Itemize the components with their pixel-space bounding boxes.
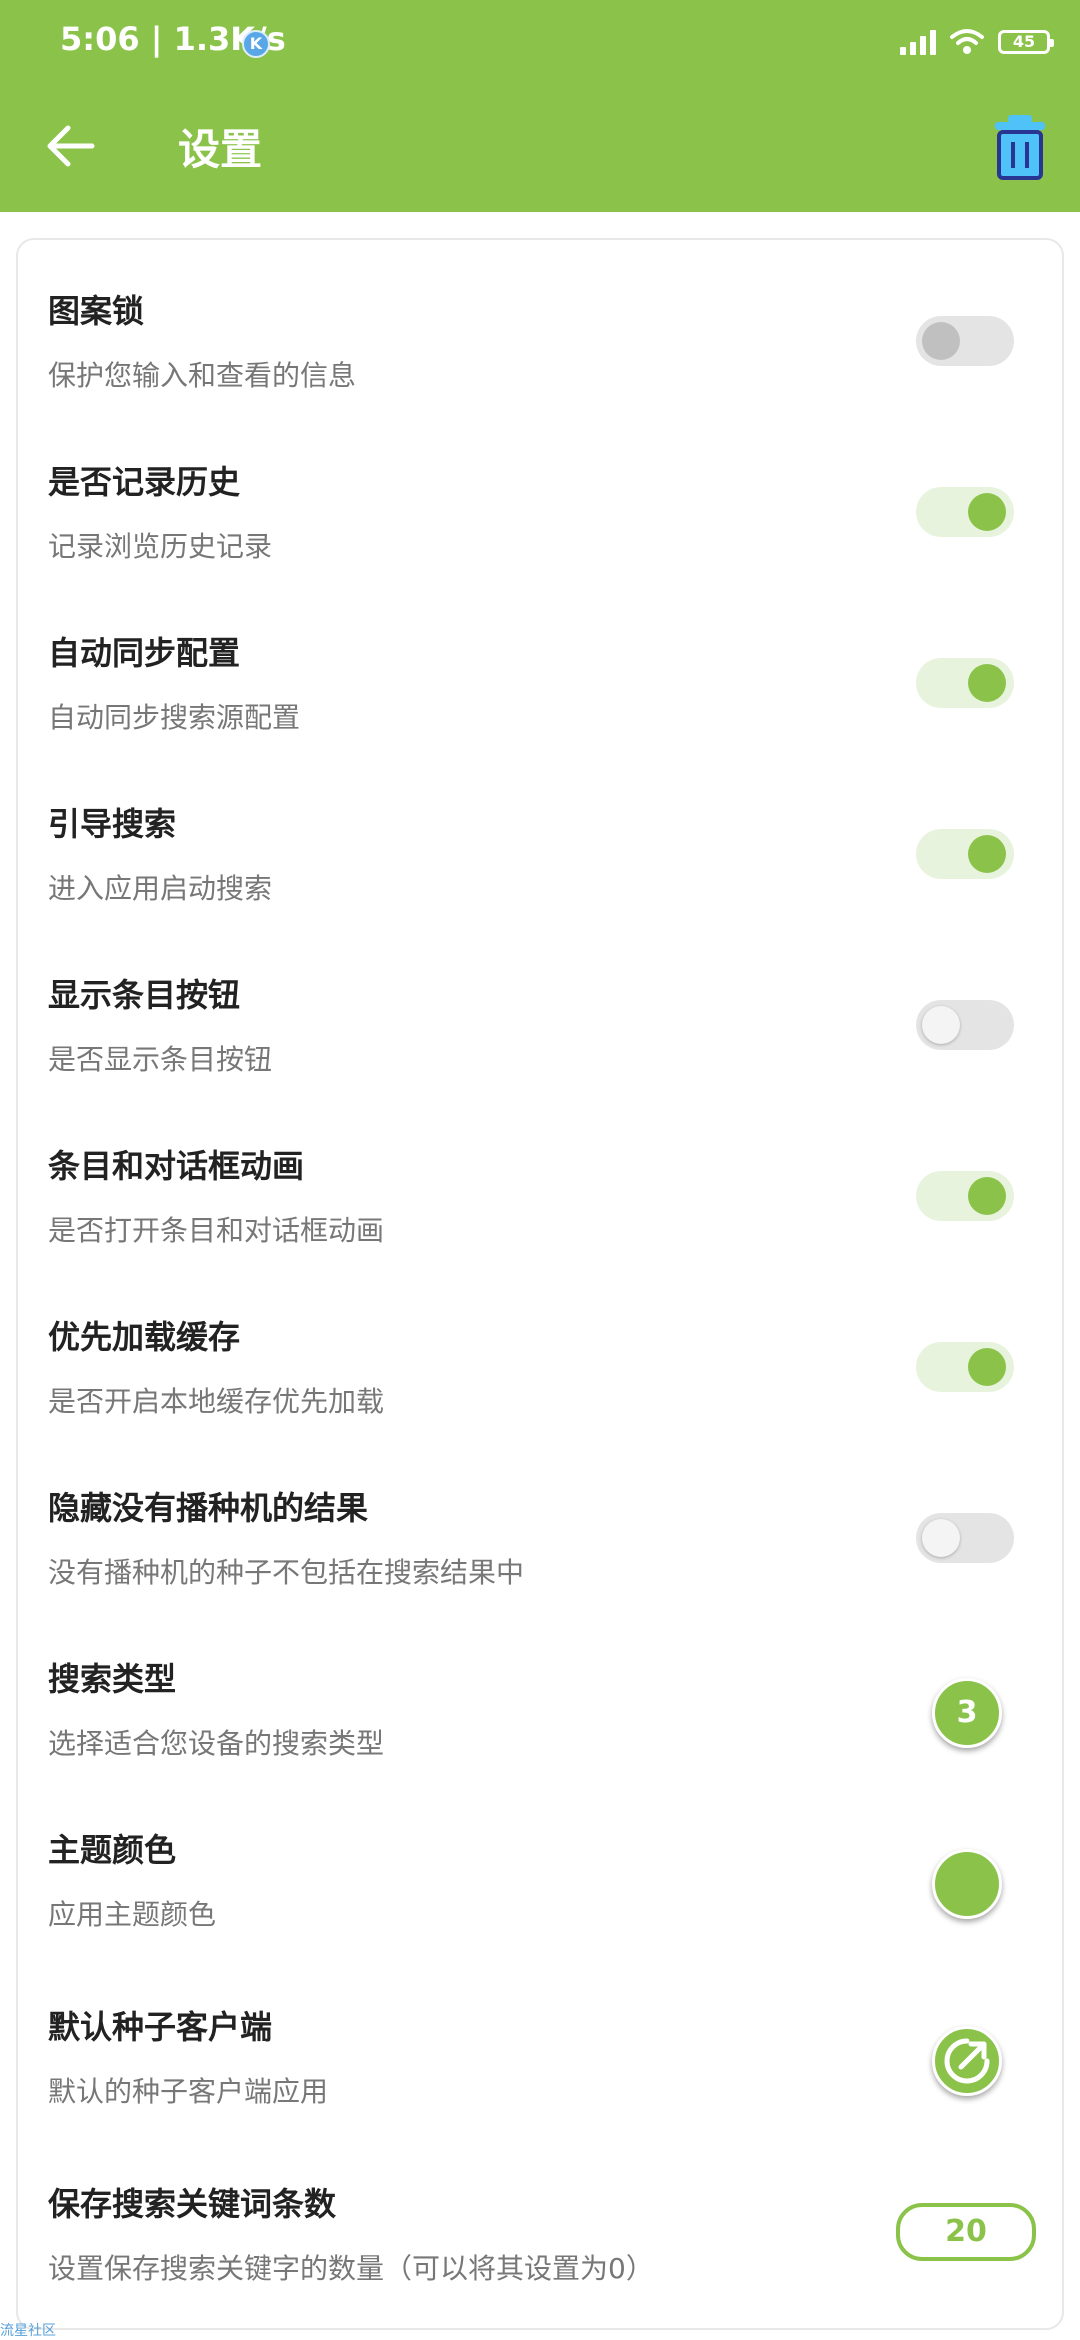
wifi-icon xyxy=(950,29,984,54)
setting-hide-no-seeders[interactable]: 隐藏没有播种机的结果 没有播种机的种子不包括在搜索结果中 xyxy=(18,1437,1066,1607)
theme-color-swatch[interactable] xyxy=(932,1849,1002,1919)
setting-subtitle: 记录浏览历史记录 xyxy=(48,530,273,563)
status-icons: 45 xyxy=(900,22,1054,62)
signal-icon xyxy=(900,29,936,55)
setting-search-type[interactable]: 搜索类型 选择适合您设备的搜索类型 3 xyxy=(18,1608,1066,1778)
setting-title: 保存搜索关键词条数 xyxy=(48,2185,337,2223)
setting-cache-first[interactable]: 优先加载缓存 是否开启本地缓存优先加载 xyxy=(18,1266,1066,1436)
page-title: 设置 xyxy=(178,125,263,174)
switch-knob xyxy=(922,322,960,360)
toggle-switch[interactable] xyxy=(916,1171,1014,1221)
setting-subtitle: 是否开启本地缓存优先加载 xyxy=(48,1385,385,1418)
setting-subtitle: 进入应用启动搜索 xyxy=(48,872,273,905)
setting-subtitle: 应用主题颜色 xyxy=(48,1898,217,1931)
toggle-switch[interactable] xyxy=(916,316,1014,366)
setting-title: 条目和对话框动画 xyxy=(48,1147,305,1185)
clear-button[interactable] xyxy=(990,112,1050,182)
switch-knob xyxy=(968,493,1006,531)
setting-subtitle: 自动同步搜索源配置 xyxy=(48,701,301,734)
switch-knob xyxy=(968,1348,1006,1386)
settings-card: 图案锁 保护您输入和查看的信息 是否记录历史 记录浏览历史记录 自动同步配置 自… xyxy=(16,238,1064,2330)
back-button[interactable] xyxy=(38,114,102,178)
setting-title: 优先加载缓存 xyxy=(48,1318,241,1356)
setting-guided-search[interactable]: 引导搜索 进入应用启动搜索 xyxy=(18,753,1066,923)
arrow-left-icon xyxy=(47,125,95,167)
setting-show-item-buttons[interactable]: 显示条目按钮 是否显示条目按钮 xyxy=(18,924,1066,1094)
setting-title: 自动同步配置 xyxy=(48,634,241,672)
setting-title: 是否记录历史 xyxy=(48,463,241,501)
toggle-switch[interactable] xyxy=(916,658,1014,708)
toggle-switch[interactable] xyxy=(916,1342,1014,1392)
status-bar: 5:06 | 1.3K/s K 45 xyxy=(0,0,1080,84)
setting-title: 隐藏没有播种机的结果 xyxy=(48,1489,369,1527)
setting-title: 搜索类型 xyxy=(48,1660,177,1698)
setting-subtitle: 是否打开条目和对话框动画 xyxy=(48,1214,385,1247)
trash-icon xyxy=(995,115,1045,180)
search-type-value[interactable]: 3 xyxy=(932,1678,1002,1748)
torrent-client-icon xyxy=(944,2038,990,2084)
setting-animations[interactable]: 条目和对话框动画 是否打开条目和对话框动画 xyxy=(18,1095,1066,1265)
switch-knob xyxy=(968,664,1006,702)
setting-keyword-count[interactable]: 保存搜索关键词条数 设置保存搜索关键字的数量（可以将其设置为0） 20 xyxy=(18,2133,1066,2303)
notification-badge: K xyxy=(242,30,270,58)
setting-subtitle: 保护您输入和查看的信息 xyxy=(48,359,357,392)
setting-subtitle: 选择适合您设备的搜索类型 xyxy=(48,1727,385,1760)
setting-title: 显示条目按钮 xyxy=(48,976,241,1014)
setting-title: 引导搜索 xyxy=(48,805,177,843)
setting-subtitle: 默认的种子客户端应用 xyxy=(48,2075,329,2108)
setting-subtitle: 设置保存搜索关键字的数量（可以将其设置为0） xyxy=(48,2252,654,2285)
setting-title: 主题颜色 xyxy=(48,1831,177,1869)
toggle-switch[interactable] xyxy=(916,487,1014,537)
battery-icon: 45 xyxy=(998,30,1054,54)
switch-knob xyxy=(968,835,1006,873)
setting-title: 图案锁 xyxy=(48,292,145,330)
switch-knob xyxy=(922,1006,960,1044)
setting-pattern-lock[interactable]: 图案锁 保护您输入和查看的信息 xyxy=(18,240,1066,410)
app-toolbar: 设置 xyxy=(0,84,1080,212)
toggle-switch[interactable] xyxy=(916,1513,1014,1563)
toggle-switch[interactable] xyxy=(916,1000,1014,1050)
setting-default-client[interactable]: 默认种子客户端 默认的种子客户端应用 xyxy=(18,1956,1066,2126)
keyword-count-value[interactable]: 20 xyxy=(896,2203,1036,2261)
setting-subtitle: 是否显示条目按钮 xyxy=(48,1043,273,1076)
setting-auto-sync[interactable]: 自动同步配置 自动同步搜索源配置 xyxy=(18,582,1066,752)
switch-knob xyxy=(968,1177,1006,1215)
watermark: 流星社区 xyxy=(0,2323,56,2339)
setting-record-history[interactable]: 是否记录历史 记录浏览历史记录 xyxy=(18,411,1066,581)
setting-title: 默认种子客户端 xyxy=(48,2008,273,2046)
torrent-client-app[interactable] xyxy=(932,2026,1002,2096)
setting-theme-color[interactable]: 主题颜色 应用主题颜色 xyxy=(18,1779,1066,1949)
switch-knob xyxy=(922,1519,960,1557)
toggle-switch[interactable] xyxy=(916,829,1014,879)
setting-subtitle: 没有播种机的种子不包括在搜索结果中 xyxy=(48,1556,525,1589)
